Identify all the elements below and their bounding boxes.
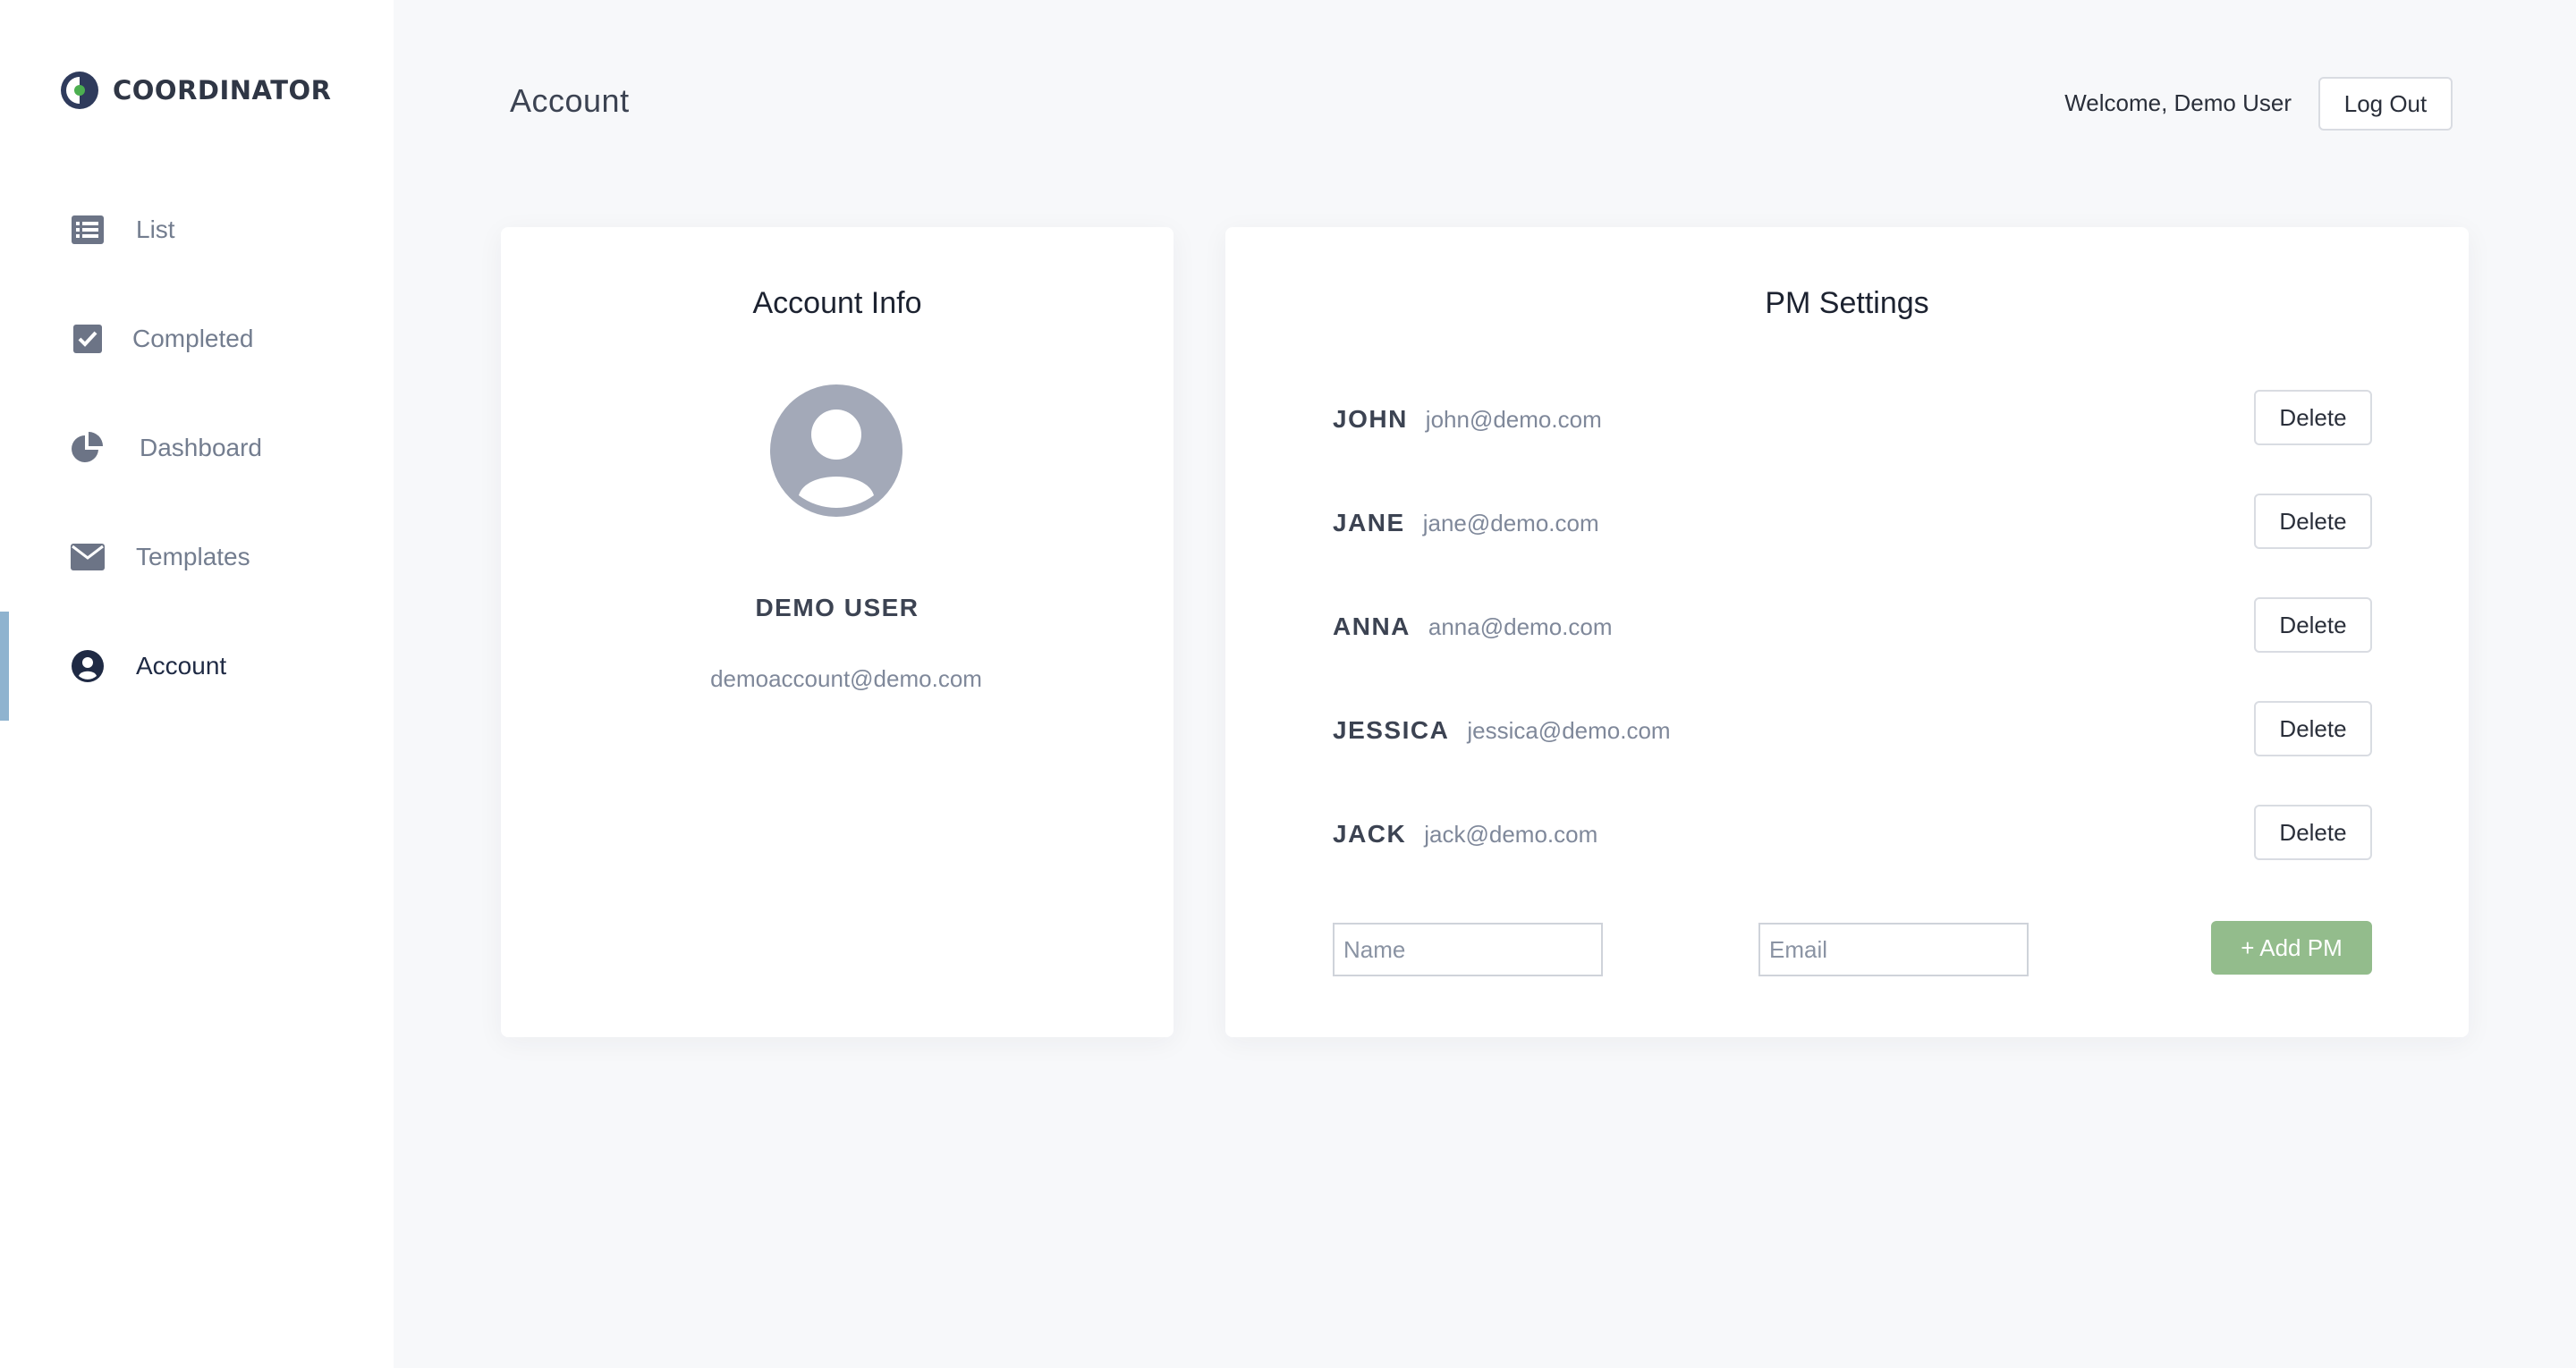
- list-icon: [70, 212, 106, 248]
- delete-button[interactable]: Delete: [2254, 494, 2372, 549]
- list-item: JANE jane@demo.com Delete: [1333, 471, 2372, 575]
- welcome-text: Welcome, Demo User: [2064, 89, 2292, 116]
- add-pm-form: + Add PM: [1333, 921, 2372, 976]
- logout-button[interactable]: Log Out: [2318, 77, 2453, 131]
- sidebar-item-list[interactable]: List: [0, 175, 394, 284]
- app-logo[interactable]: COORDINATOR: [59, 70, 332, 111]
- avatar-icon: [770, 384, 902, 517]
- pm-email: john@demo.com: [1425, 405, 1602, 433]
- list-item: JACK jack@demo.com Delete: [1333, 782, 2372, 886]
- add-pm-button[interactable]: + Add PM: [2211, 921, 2372, 975]
- pm-name: JANE: [1333, 509, 1405, 536]
- user-email: demoaccount@demo.com: [710, 665, 982, 692]
- sidebar-item-label: List: [136, 215, 175, 243]
- delete-button[interactable]: Delete: [2254, 701, 2372, 756]
- sidebar-item-label: Dashboard: [140, 434, 262, 461]
- sidebar-item-dashboard[interactable]: Dashboard: [0, 393, 394, 502]
- sidebar-item-label: Account: [136, 652, 227, 680]
- pm-email: jack@demo.com: [1424, 820, 1598, 848]
- pie-chart-icon: [70, 430, 106, 466]
- delete-button[interactable]: Delete: [2254, 390, 2372, 445]
- checkbox-icon: [70, 321, 106, 357]
- account-info-title: Account Info: [752, 286, 922, 320]
- list-item: JESSICA jessica@demo.com Delete: [1333, 679, 2372, 782]
- pm-settings-title: PM Settings: [1765, 286, 1929, 320]
- pm-list: JOHN john@demo.com Delete JANE jane@demo…: [1333, 367, 2372, 886]
- list-item: JOHN john@demo.com Delete: [1333, 367, 2372, 471]
- sidebar: COORDINATOR List Completed Dashboard Tem…: [0, 0, 394, 1368]
- sidebar-item-label: Templates: [136, 543, 250, 570]
- envelope-icon: [70, 539, 106, 575]
- pm-email: anna@demo.com: [1428, 612, 1613, 640]
- account-info-card: Account Info DEMO USER demoaccount@demo.…: [501, 227, 1174, 1037]
- pm-name: ANNA: [1333, 612, 1411, 640]
- user-name: DEMO USER: [755, 594, 919, 621]
- sidebar-item-account[interactable]: Account: [0, 612, 394, 721]
- user-circle-icon: [70, 648, 106, 684]
- page-title: Account: [510, 82, 630, 119]
- name-field[interactable]: [1333, 923, 1603, 976]
- logo-icon: [61, 72, 98, 109]
- delete-button[interactable]: Delete: [2254, 597, 2372, 653]
- pm-email: jessica@demo.com: [1467, 716, 1671, 744]
- sidebar-item-label: Completed: [132, 325, 254, 352]
- app-name: COORDINATOR: [113, 75, 332, 106]
- pm-name: JESSICA: [1333, 716, 1450, 744]
- sidebar-item-completed[interactable]: Completed: [0, 284, 394, 393]
- email-field[interactable]: [1758, 923, 2029, 976]
- sidebar-item-templates[interactable]: Templates: [0, 502, 394, 612]
- delete-button[interactable]: Delete: [2254, 805, 2372, 860]
- sidebar-nav: List Completed Dashboard Templates Accou…: [0, 175, 394, 721]
- pm-name: JACK: [1333, 820, 1407, 848]
- pm-email: jane@demo.com: [1422, 509, 1599, 536]
- list-item: ANNA anna@demo.com Delete: [1333, 575, 2372, 679]
- pm-settings-card: PM Settings JOHN john@demo.com Delete JA…: [1225, 227, 2469, 1037]
- pm-name: JOHN: [1333, 405, 1408, 433]
